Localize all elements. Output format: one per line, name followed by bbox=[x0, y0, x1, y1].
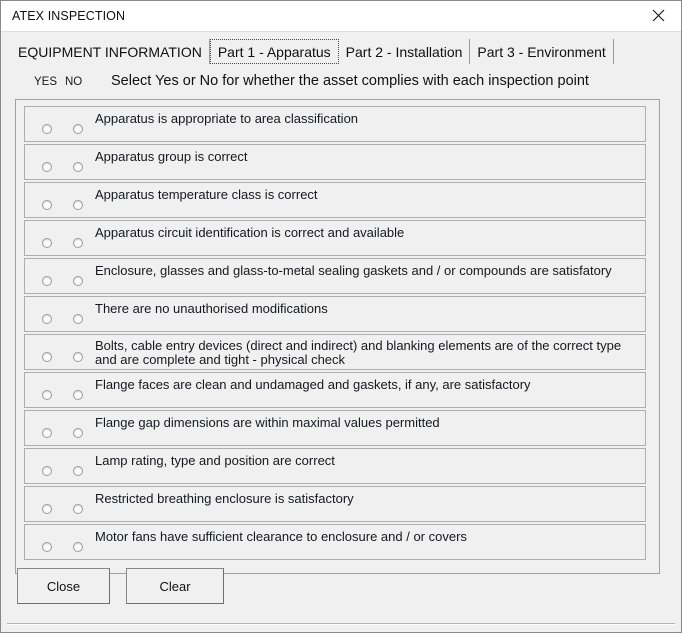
bottom-divider bbox=[7, 623, 675, 625]
table-row[interactable]: Motor fans have sufficient clearance to … bbox=[24, 524, 646, 560]
tab-equipment-information[interactable]: EQUIPMENT INFORMATION bbox=[11, 39, 210, 64]
radio-no[interactable] bbox=[73, 238, 83, 248]
table-row[interactable]: Apparatus is appropriate to area classif… bbox=[24, 106, 646, 142]
close-button[interactable]: Close bbox=[17, 568, 110, 604]
tab-label: Part 1 - Apparatus bbox=[217, 43, 331, 60]
inspection-points-panel: Apparatus is appropriate to area classif… bbox=[15, 99, 660, 574]
inspection-rows: Apparatus is appropriate to area classif… bbox=[24, 106, 646, 562]
radio-yes[interactable] bbox=[42, 352, 52, 362]
radio-yes[interactable] bbox=[42, 200, 52, 210]
radio-yes[interactable] bbox=[42, 314, 52, 324]
radio-no[interactable] bbox=[73, 390, 83, 400]
window-title: ATEX INSPECTION bbox=[12, 9, 126, 23]
inspection-point-label: Restricted breathing enclosure is satisf… bbox=[95, 491, 354, 506]
inspection-point-label: Motor fans have sufficient clearance to … bbox=[95, 529, 467, 544]
radio-no[interactable] bbox=[73, 314, 83, 324]
inspection-point-label: Bolts, cable entry devices (direct and i… bbox=[95, 338, 622, 367]
tab-part-2-installation[interactable]: Part 2 - Installation bbox=[338, 39, 471, 64]
table-row[interactable]: Apparatus circuit identification is corr… bbox=[24, 220, 646, 256]
table-row[interactable]: Apparatus temperature class is correct bbox=[24, 182, 646, 218]
table-row[interactable]: Restricted breathing enclosure is satisf… bbox=[24, 486, 646, 522]
table-row[interactable]: Lamp rating, type and position are corre… bbox=[24, 448, 646, 484]
radio-yes[interactable] bbox=[42, 162, 52, 172]
radio-yes[interactable] bbox=[42, 276, 52, 286]
radio-no[interactable] bbox=[73, 542, 83, 552]
inspection-point-label: Flange gap dimensions are within maximal… bbox=[95, 415, 440, 430]
inspection-point-label: Apparatus temperature class is correct bbox=[95, 187, 318, 202]
radio-yes[interactable] bbox=[42, 504, 52, 514]
radio-no[interactable] bbox=[73, 504, 83, 514]
close-icon[interactable] bbox=[635, 1, 681, 30]
column-headers: YES NO Select Yes or No for whether the … bbox=[1, 72, 681, 96]
table-row[interactable]: Apparatus group is correct bbox=[24, 144, 646, 180]
radio-no[interactable] bbox=[73, 124, 83, 134]
tab-label: Part 2 - Installation bbox=[345, 43, 463, 60]
table-row[interactable]: Flange gap dimensions are within maximal… bbox=[24, 410, 646, 446]
tab-label: Part 3 - Environment bbox=[477, 43, 606, 60]
radio-no[interactable] bbox=[73, 428, 83, 438]
radio-yes[interactable] bbox=[42, 124, 52, 134]
inspection-point-label: Apparatus is appropriate to area classif… bbox=[95, 111, 359, 126]
title-bar: ATEX INSPECTION bbox=[1, 1, 681, 32]
radio-no[interactable] bbox=[73, 162, 83, 172]
radio-yes[interactable] bbox=[42, 238, 52, 248]
inspection-point-label: Enclosure, glasses and glass-to-metal se… bbox=[95, 263, 612, 278]
tab-part-3-environment[interactable]: Part 3 - Environment bbox=[470, 39, 614, 64]
yes-column-label: YES bbox=[34, 76, 58, 88]
radio-yes[interactable] bbox=[42, 542, 52, 552]
no-column-label: NO bbox=[65, 76, 83, 88]
inspection-point-label: Apparatus group is correct bbox=[95, 149, 248, 164]
atex-inspection-window: ATEX INSPECTION EQUIPMENT INFORMATION Pa… bbox=[0, 0, 682, 633]
table-row[interactable]: Enclosure, glasses and glass-to-metal se… bbox=[24, 258, 646, 294]
radio-yes[interactable] bbox=[42, 390, 52, 400]
tab-label: EQUIPMENT INFORMATION bbox=[18, 43, 202, 60]
tab-strip: EQUIPMENT INFORMATION Part 1 - Apparatus… bbox=[11, 38, 614, 64]
radio-yes[interactable] bbox=[42, 466, 52, 476]
tab-part-1-apparatus[interactable]: Part 1 - Apparatus bbox=[209, 39, 339, 64]
table-row[interactable]: Bolts, cable entry devices (direct and i… bbox=[24, 334, 646, 370]
inspection-point-label: There are no unauthorised modifications bbox=[95, 301, 328, 316]
inspection-point-label: Lamp rating, type and position are corre… bbox=[95, 453, 335, 468]
inspection-point-label: Apparatus circuit identification is corr… bbox=[95, 225, 405, 240]
clear-button[interactable]: Clear bbox=[126, 568, 224, 604]
radio-no[interactable] bbox=[73, 200, 83, 210]
radio-no[interactable] bbox=[73, 352, 83, 362]
radio-no[interactable] bbox=[73, 276, 83, 286]
client-area: EQUIPMENT INFORMATION Part 1 - Apparatus… bbox=[1, 32, 681, 632]
inspection-point-label: Flange faces are clean and undamaged and… bbox=[95, 377, 531, 392]
instruction-text: Select Yes or No for whether the asset c… bbox=[111, 73, 589, 89]
radio-yes[interactable] bbox=[42, 428, 52, 438]
radio-no[interactable] bbox=[73, 466, 83, 476]
table-row[interactable]: Flange faces are clean and undamaged and… bbox=[24, 372, 646, 408]
table-row[interactable]: There are no unauthorised modifications bbox=[24, 296, 646, 332]
